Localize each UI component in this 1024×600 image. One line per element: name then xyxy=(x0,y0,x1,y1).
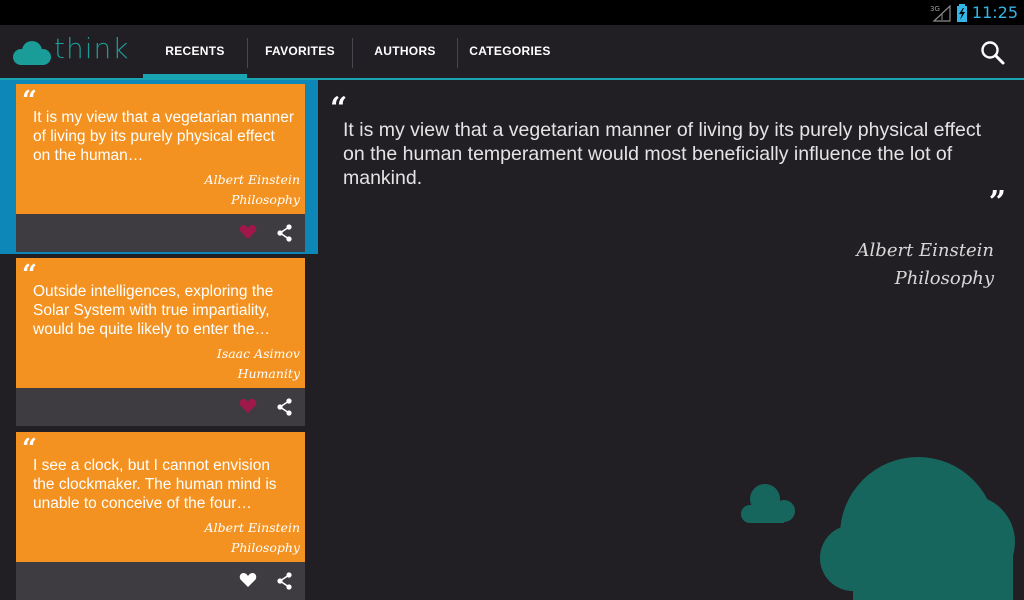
quote-category: Philosophy xyxy=(230,540,300,555)
signal-icon: 3G xyxy=(930,4,951,22)
cloud-decoration-large xyxy=(820,457,1015,600)
tab-favorites[interactable]: FAVORITES xyxy=(248,25,352,78)
status-indicators: 3G 11:25 xyxy=(930,2,1018,23)
quote-category: Humanity xyxy=(237,366,300,381)
tab-authors[interactable]: AUTHORS xyxy=(353,25,457,78)
detail-author: Albert Einstein xyxy=(856,240,994,261)
detail-category: Philosophy xyxy=(894,268,994,289)
quote-card[interactable]: “ Outside intelligences, exploring the S… xyxy=(16,258,305,388)
quote-list[interactable]: “ It is my view that a vegetarian manner… xyxy=(0,80,318,600)
detail-quote-text: It is my view that a vegetarian manner o… xyxy=(343,119,982,189)
card-actions xyxy=(16,214,305,252)
battery-icon xyxy=(956,3,967,22)
list-item[interactable]: “ I see a clock, but I cannot envision t… xyxy=(0,432,318,600)
tab-categories[interactable]: CATEGORIES xyxy=(458,25,562,78)
action-bar: think RECENTS FAVORITES AUTHORS CATEGORI… xyxy=(0,25,1024,78)
quote-author: Isaac Asimov xyxy=(216,346,300,361)
quote-text: I see a clock, but I cannot envision the… xyxy=(33,457,277,512)
list-item-selected[interactable]: “ It is my view that a vegetarian manner… xyxy=(0,80,318,254)
list-item[interactable]: “ Outside intelligences, exploring the S… xyxy=(0,258,318,428)
card-actions xyxy=(16,562,305,600)
share-icon[interactable] xyxy=(276,572,293,590)
card-actions xyxy=(16,388,305,426)
close-quote-icon: ” xyxy=(988,185,1006,220)
clock: 11:25 xyxy=(971,3,1018,22)
quote-card[interactable]: “ I see a clock, but I cannot envision t… xyxy=(16,432,305,562)
quote-card[interactable]: “ It is my view that a vegetarian manner… xyxy=(16,84,305,214)
app-logo[interactable]: think xyxy=(12,32,137,68)
quote-text: Outside intelligences, exploring the Sol… xyxy=(33,283,274,338)
share-icon[interactable] xyxy=(276,224,293,242)
cloud-decoration-small xyxy=(741,484,795,523)
share-icon[interactable] xyxy=(276,398,293,416)
network-type-label: 3G xyxy=(930,5,940,13)
quote-author: Albert Einstein xyxy=(204,172,300,187)
search-icon xyxy=(981,41,1005,65)
cloud-logo-icon xyxy=(13,41,51,65)
search-button[interactable] xyxy=(980,40,1006,66)
status-bar: 3G 11:25 xyxy=(0,0,1024,25)
heart-icon[interactable] xyxy=(239,571,257,589)
tab-recents[interactable]: RECENTS xyxy=(143,25,247,78)
quote-category: Philosophy xyxy=(230,192,300,207)
quote-author: Albert Einstein xyxy=(204,520,300,535)
heart-icon[interactable] xyxy=(239,223,257,241)
heart-icon[interactable] xyxy=(239,397,257,415)
quote-text: It is my view that a vegetarian manner o… xyxy=(33,109,295,164)
logo-text: think xyxy=(54,32,130,65)
